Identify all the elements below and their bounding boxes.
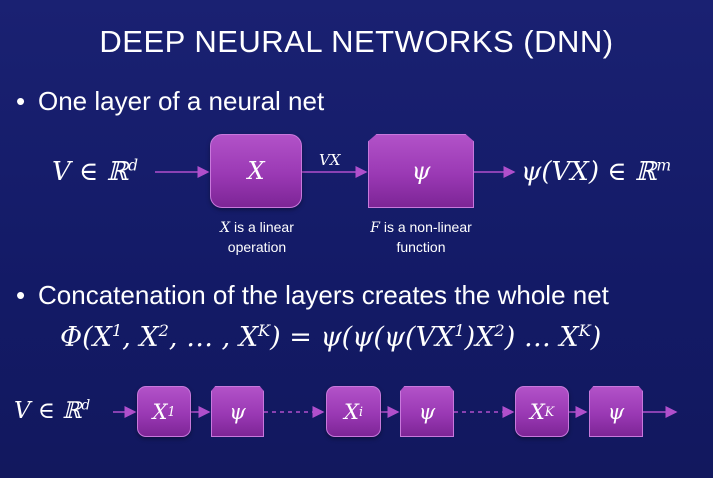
composition-formula: Φ(X1, X2, … , XK) = ψ(ψ(ψ(VX1)X2) … XK)	[60, 321, 602, 353]
chain-linear-box-i: Xi	[326, 386, 381, 437]
bullet-concatenation: • Concatenation of the layers creates the…	[16, 280, 609, 311]
chain-linear-box-1: X1	[137, 386, 191, 437]
input-vector-label: V ∈ ℝd	[52, 156, 139, 187]
chain-activation-box-i: ψ	[400, 386, 454, 437]
linear-operation-box: X	[210, 134, 302, 208]
output-vector-label: ψ(VX) ∈ ℝm	[521, 156, 672, 187]
bullet-text: Concatenation of the layers creates the …	[38, 280, 609, 310]
chain-activation-box-1: ψ	[211, 386, 264, 437]
bullet-dot: •	[16, 280, 26, 310]
nonlinear-caption: F is a non-linear function	[370, 219, 472, 255]
nonlinear-function-box: ψ	[368, 134, 474, 208]
chain-input-label: V ∈ ℝd	[14, 397, 91, 424]
slide: DEEP NEURAL NETWORKS (DNN) • One layer of…	[0, 0, 713, 478]
chain-linear-box-k: XK	[515, 386, 569, 437]
chain-activation-box-k: ψ	[589, 386, 643, 437]
linear-caption: X is a linear operation	[220, 219, 294, 255]
edge-label-vx: VX	[319, 151, 341, 169]
